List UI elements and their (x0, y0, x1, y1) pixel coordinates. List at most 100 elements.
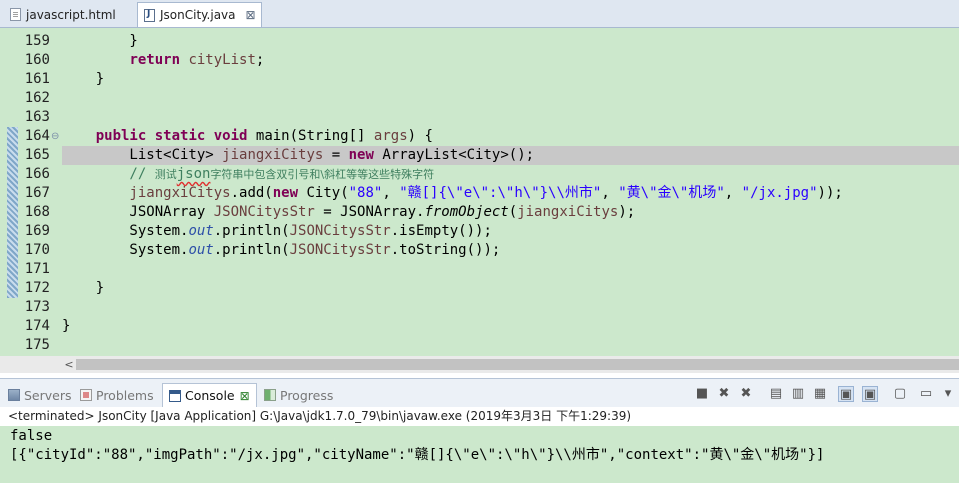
tab-progress[interactable]: Progress (264, 383, 333, 407)
pin-console-icon[interactable]: ▢ (892, 386, 908, 402)
stop-icon[interactable]: ■ (694, 386, 710, 402)
overview-ruler (0, 28, 6, 357)
scroll-left-icon[interactable]: < (62, 356, 76, 373)
code-line[interactable]: } (62, 32, 959, 51)
word-wrap-icon[interactable]: ▦ (812, 386, 828, 402)
code-token: cityList (188, 52, 256, 68)
scrollbar-thumb[interactable] (76, 359, 959, 370)
line-number: 161 (24, 71, 50, 87)
code-line[interactable] (62, 260, 959, 279)
code-token: new (348, 147, 374, 163)
tab-label: JsonCity.java (160, 8, 236, 22)
code-editor[interactable]: 159 160 161 162 163 164 ⊖ 165 166 167 168 169 170 171… (0, 28, 959, 357)
code-token: List<City> (62, 147, 223, 163)
line-number: 162 (24, 90, 50, 106)
tab-label: Servers (24, 387, 72, 403)
code-token: } (62, 71, 105, 87)
code-line[interactable]: System.out.println(JSONCitysStr.toString… (62, 241, 959, 260)
line-number: 166 (24, 166, 50, 182)
console-status-line: <terminated> JsonCity [Java Application]… (0, 407, 959, 426)
code-token: "赣[]{\"e\":\"h\"}\\州市" (399, 185, 602, 201)
remove-all-terminated-icon[interactable]: ✖ (738, 386, 754, 402)
code-token: = (323, 147, 349, 163)
code-line[interactable]: return cityList; (62, 51, 959, 70)
code-token: , (382, 185, 400, 201)
code-token: out (188, 242, 214, 258)
code-line[interactable]: } (62, 317, 959, 336)
code-token: .toString()); (390, 242, 501, 258)
tab-servers[interactable]: Servers (8, 383, 72, 407)
line-number: 174 (24, 318, 50, 334)
close-tab-icon[interactable]: ⊠ (246, 8, 256, 22)
clear-console-icon[interactable]: ▤ (768, 386, 784, 402)
quick-diff-marker (7, 127, 18, 298)
code-token: ) { (407, 128, 433, 144)
line-number: 165 (24, 147, 50, 163)
code-line[interactable] (62, 336, 959, 355)
code-token: new (272, 185, 299, 201)
code-token: )); (817, 185, 843, 201)
tab-problems[interactable]: Problems (80, 383, 154, 407)
code-line[interactable]: } (62, 279, 959, 298)
servers-icon (8, 389, 20, 401)
code-line[interactable] (62, 89, 959, 108)
code-token: .println( (213, 242, 290, 258)
code-token: ; (255, 52, 265, 68)
code-token: ( (508, 204, 518, 220)
show-on-stdout-icon[interactable]: ▣ (838, 386, 854, 402)
code-token: City( (298, 185, 349, 201)
code-line[interactable]: JSONArray JSONCitysStr = JSONArray.fromO… (62, 203, 959, 222)
tab-javascript-html[interactable]: javascript.html (4, 2, 132, 27)
display-selected-console-icon[interactable]: ▭ (918, 386, 934, 402)
code-token: 字符串中包含双引号和\斜杠等等这些特殊字符 (210, 168, 435, 181)
code-token: , (724, 185, 742, 201)
java-file-icon (144, 8, 155, 22)
html-file-icon (10, 8, 21, 21)
code-token: public (95, 128, 147, 144)
code-token: System. (62, 242, 189, 258)
code-token: main(String[] (247, 128, 374, 144)
console-view-bar: Servers Problems Console ⊠ Progress ■ ✖ ✖ ▤… (0, 378, 959, 407)
code-token: .add( (230, 185, 273, 201)
code-line[interactable] (62, 108, 959, 127)
line-number: 163 (24, 109, 50, 125)
tab-console[interactable]: Console ⊠ (162, 383, 257, 407)
tab-label: javascript.html (26, 7, 116, 22)
progress-icon (264, 389, 276, 401)
tab-label: Console (185, 388, 235, 403)
console-output-line: [{"cityId":"88","imgPath":"/jx.jpg","cit… (10, 447, 825, 463)
code-line[interactable]: System.out.println(JSONCitysStr.isEmpty(… (62, 222, 959, 241)
tab-jsoncity-java[interactable]: JsonCity.java ⊠ (137, 2, 262, 27)
code-token: .println( (213, 223, 290, 239)
current-code-line[interactable]: List<City> jiangxiCitys = new ArrayList<… (62, 146, 959, 165)
code-line[interactable]: // 测试json字符串中包含双引号和\斜杠等等这些特殊字符 (62, 165, 959, 184)
code-line[interactable] (62, 298, 959, 317)
code-line[interactable]: jiangxiCitys.add(new City("88", "赣[]{\"e… (62, 184, 959, 203)
code-token: args (373, 128, 408, 144)
code-line[interactable]: public static void main(String[] args) { (62, 127, 959, 146)
tab-label: Problems (96, 387, 154, 403)
code-token: JSONArray (62, 204, 214, 220)
close-view-icon[interactable]: ⊠ (240, 389, 250, 403)
code-token: return (129, 52, 181, 68)
fold-collapse-icon[interactable]: ⊖ (51, 127, 59, 146)
remove-launch-icon[interactable]: ✖ (716, 386, 732, 402)
code-lines[interactable]: } return cityList; } public static void … (62, 28, 959, 357)
code-token: static (154, 128, 206, 144)
code-token: void (213, 128, 248, 144)
code-line[interactable]: } (62, 70, 959, 89)
display-selected-dropdown-icon[interactable]: ▾ (940, 386, 956, 402)
console-output[interactable]: false [{"cityId":"88","imgPath":"/jx.jpg"… (0, 426, 959, 483)
code-token: jiangxiCitys (129, 185, 231, 201)
horizontal-scrollbar[interactable]: < (62, 356, 959, 373)
scroll-lock-icon[interactable]: ▥ (790, 386, 806, 402)
code-token: "黄\"金\"机场" (618, 185, 725, 201)
show-on-stderr-icon[interactable]: ▣ (862, 386, 878, 402)
code-token: out (188, 223, 214, 239)
code-token: JSONCitysStr (289, 242, 391, 258)
code-token: "/jx.jpg" (741, 185, 818, 201)
editor-tab-bar: javascript.html JsonCity.java ⊠ (0, 0, 959, 28)
